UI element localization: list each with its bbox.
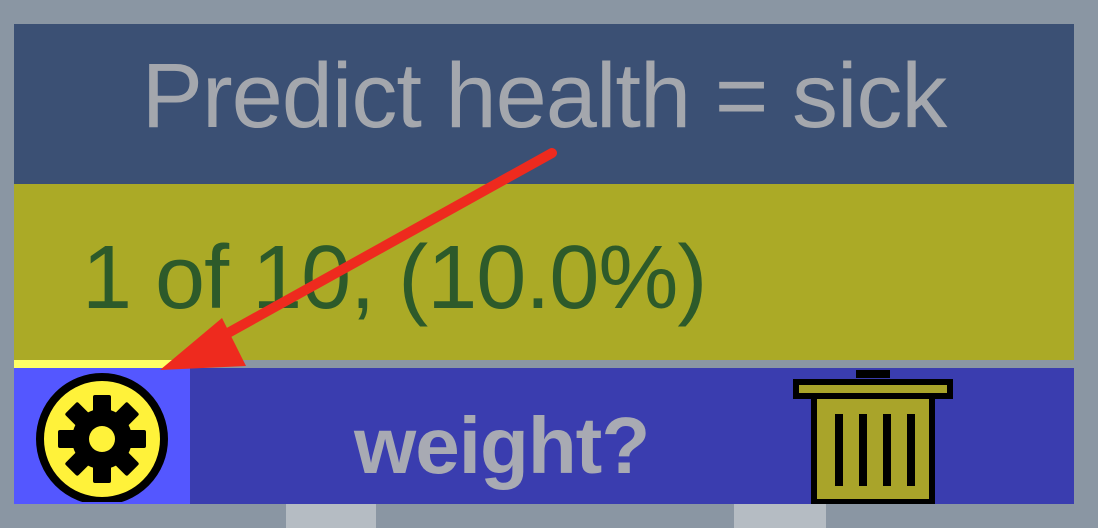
node-title-bar: Predict health = sick <box>14 24 1074 184</box>
node-split-bar: weight? <box>14 368 1074 504</box>
node-stats: 1 of 10, (10.0%) <box>82 228 707 328</box>
connector-stub-right <box>734 504 826 528</box>
trash-icon[interactable] <box>788 370 958 504</box>
gear-icon <box>36 373 168 502</box>
split-question-label: weight? <box>354 401 650 490</box>
connector-stub-left <box>286 504 376 528</box>
node-title: Predict health = sick <box>141 45 948 147</box>
coverage-progress-bar <box>14 360 173 368</box>
tree-node-card[interactable]: Predict health = sick 1 of 10, (10.0%) w… <box>14 24 1074 504</box>
settings-button[interactable] <box>14 368 190 504</box>
node-stats-bar: 1 of 10, (10.0%) <box>14 184 1074 360</box>
